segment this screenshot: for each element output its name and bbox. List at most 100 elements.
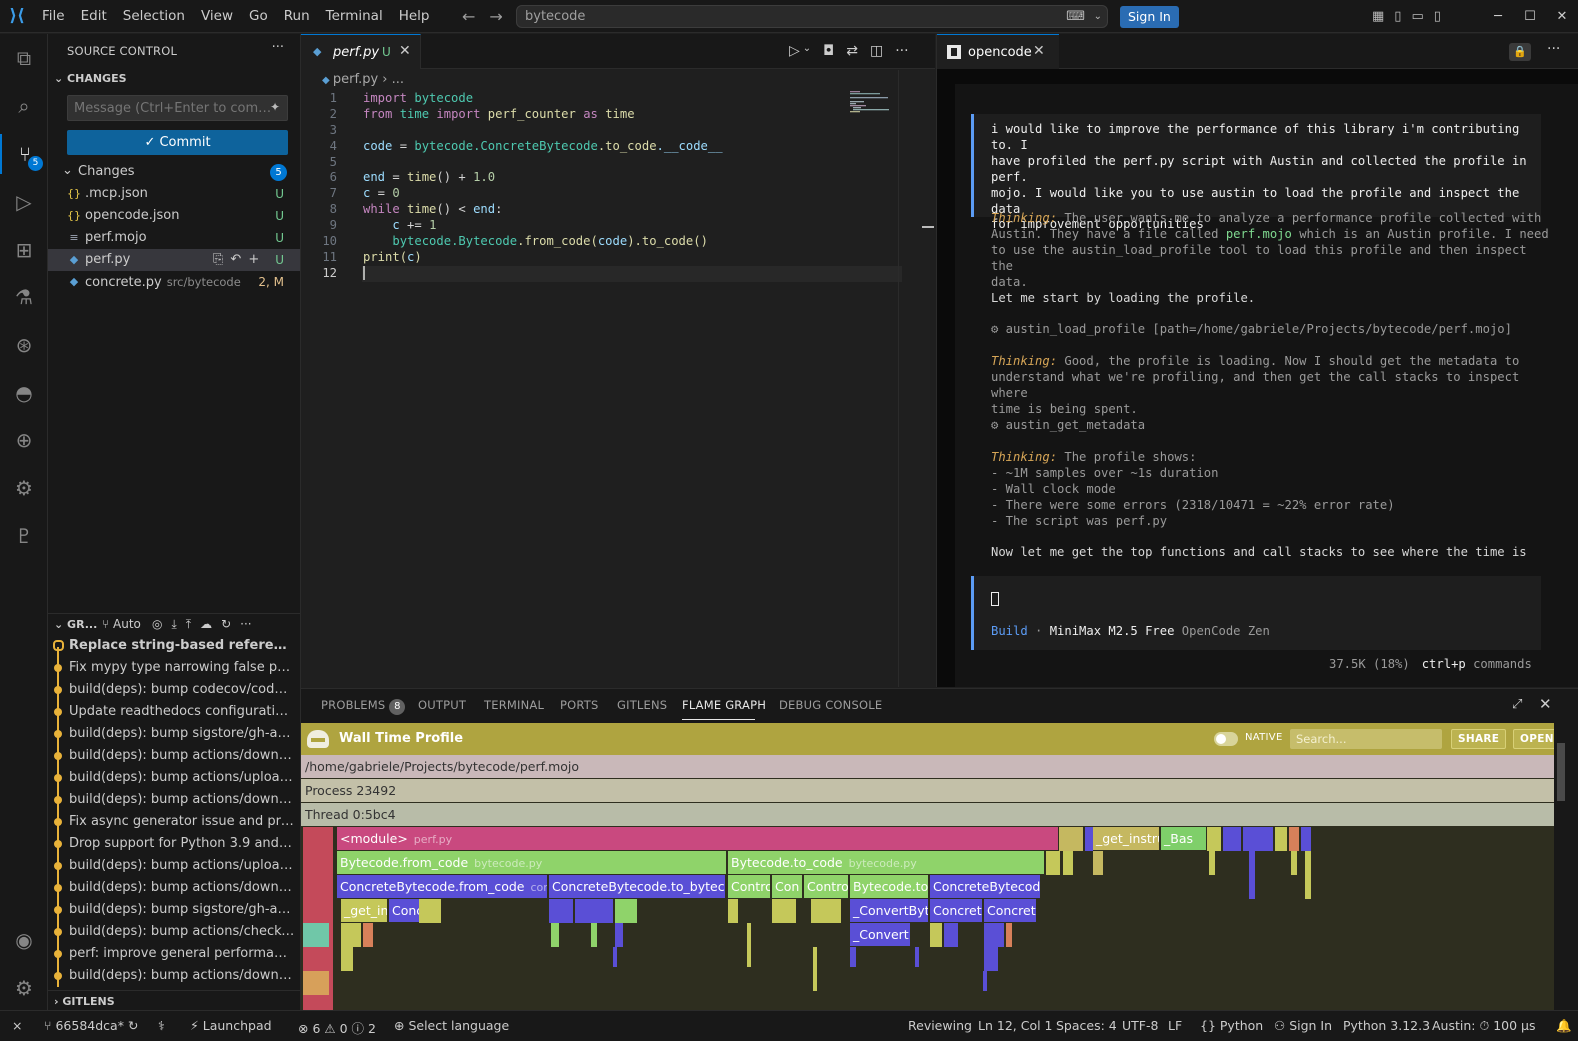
target-icon[interactable]: ◎ <box>152 617 162 632</box>
open-button[interactable]: OPEN <box>1513 729 1554 749</box>
flame-frame-sliver[interactable] <box>984 947 998 971</box>
sparkle-icon[interactable]: ✦ <box>270 100 280 114</box>
flame-frame-sliver[interactable] <box>944 923 958 947</box>
tab-problems[interactable]: PROBLEMS 8 <box>321 698 406 715</box>
toggle-secondary-sidebar-icon[interactable]: ▯ <box>1434 9 1441 24</box>
maximize-panel-icon[interactable]: ⤢ <box>1512 697 1522 712</box>
commit-button[interactable]: ✓ Commit <box>67 130 288 155</box>
flame-frame-sliver[interactable] <box>549 899 573 923</box>
flame-frame-sliver[interactable] <box>850 947 856 967</box>
flame-frame-sliver[interactable] <box>341 947 353 971</box>
flame-frame-sliver[interactable] <box>1209 851 1215 875</box>
flame-frame-sliver[interactable] <box>303 971 329 995</box>
remote-icon[interactable]: ⨯ <box>12 1018 22 1033</box>
list-item[interactable]: ◆ concrete.py src/bytecode 2, M <box>48 271 300 293</box>
menu-edit[interactable]: Edit <box>73 0 115 33</box>
chevron-down-icon[interactable]: ⌄ <box>803 43 811 59</box>
menu-view[interactable]: View <box>193 0 241 33</box>
more-actions-icon[interactable]: ··· <box>895 43 908 59</box>
commit-row[interactable]: Drop support for Python 3.9 and 3... <box>48 833 300 855</box>
code-editor[interactable]: 1 import bytecode 2 from time import perf_… <box>301 91 902 282</box>
flame-frame-sliver[interactable] <box>1046 851 1060 875</box>
select-language-status[interactable]: ⊕ Select language <box>394 1018 509 1033</box>
flame-frame-sliver[interactable] <box>615 923 623 947</box>
list-item[interactable]: {} opencode.json U <box>48 205 300 227</box>
back-arrow-icon[interactable]: ← <box>462 7 475 26</box>
flame-frame-sliver[interactable] <box>575 899 613 923</box>
branch-status[interactable]: ⑂ 66584dca* ↻ <box>44 1018 138 1033</box>
run-icon[interactable]: ▷ <box>789 43 800 59</box>
list-item[interactable]: {} .mcp.json U <box>48 183 300 205</box>
flame-frame-sliver[interactable] <box>1291 851 1297 875</box>
flame-frame-sliver[interactable] <box>813 947 817 991</box>
lock-icon[interactable]: 🔒 <box>1509 43 1531 61</box>
flame-frame-sliver[interactable] <box>1059 827 1083 851</box>
flame-graph[interactable]: Wall Time Profile NATIVE SHARE OPEN /hom… <box>301 723 1554 1011</box>
commit-row[interactable]: Replace string-based references ... <box>48 635 300 657</box>
commit-message-input[interactable] <box>67 95 288 121</box>
flame-frame-sliver[interactable] <box>1085 827 1093 851</box>
flame-frame-sliver[interactable] <box>341 923 361 947</box>
flame-frame-sliver[interactable] <box>1275 827 1287 851</box>
flame-frame-sliver[interactable] <box>1249 851 1255 899</box>
menu-file[interactable]: File <box>34 0 73 33</box>
problems-status[interactable]: ⊗ 6 ⚠ 0 ⓘ 2 <box>298 1018 376 1037</box>
list-item[interactable]: ◆ perf.py ⎘ ↶ + U <box>48 249 300 271</box>
toggle-sidebar-icon[interactable]: ▯ <box>1394 9 1401 24</box>
maximize-icon[interactable]: ☐ <box>1514 0 1546 33</box>
flame-frame-sliver[interactable] <box>1243 827 1273 851</box>
python-icon[interactable]: ♇ <box>0 516 48 556</box>
notifications-icon[interactable]: 🔔 <box>1556 1018 1572 1034</box>
command-center-search[interactable]: bytecode ⌨ ⌄ <box>516 5 1108 28</box>
close-icon[interactable]: ✕ <box>1033 43 1045 59</box>
flame-frame-sliver[interactable] <box>363 923 373 947</box>
austin-status[interactable]: Austin: ⏱ 100 μs <box>1432 1018 1536 1034</box>
editor-scrollbar[interactable] <box>898 70 899 687</box>
gitlens-section-header[interactable]: › GITLENS <box>48 990 300 1012</box>
breadcrumb[interactable]: ◆ perf.py › ... <box>322 72 404 87</box>
menu-selection[interactable]: Selection <box>115 0 193 33</box>
flame-frame-sliver[interactable] <box>811 899 841 923</box>
flame-frame-sliver[interactable] <box>615 899 637 923</box>
commit-row[interactable]: Fix mypy type narrowing false posi... <box>48 657 300 679</box>
flame-frame-sliver[interactable] <box>1223 827 1241 851</box>
flame-frame-sliver[interactable] <box>984 923 1004 947</box>
native-toggle[interactable] <box>1214 732 1238 746</box>
commit-row[interactable]: build(deps): bump actions/downlo... <box>48 877 300 899</box>
tab-debug-console[interactable]: DEBUG CONSOLE <box>779 698 882 712</box>
customize-layout-icon[interactable]: ▦ <box>1372 9 1384 24</box>
changes-section-header[interactable]: ⌄ CHANGES <box>54 72 127 85</box>
stage-changes-icon[interactable]: + <box>248 249 259 271</box>
close-window-icon[interactable]: ✕ <box>1546 0 1578 33</box>
settings-gear-icon[interactable]: ⚙ <box>0 968 48 1008</box>
austin-profile-icon[interactable]: ◘ <box>823 43 834 59</box>
fetch-icon[interactable]: ⤓ <box>171 617 176 632</box>
flame-root-path[interactable]: /home/gabriele/Projects/bytecode/perf.mo… <box>301 755 1554 778</box>
flame-frame-sliver[interactable] <box>1305 851 1311 899</box>
graph-auto-toggle[interactable]: ⑂ Auto <box>102 617 141 631</box>
commit-row[interactable]: build(deps): bump sigstore/gh-acti... <box>48 899 300 921</box>
flame-search-input[interactable] <box>1290 729 1442 749</box>
flame-frame-sliver[interactable] <box>728 899 738 923</box>
more-actions-icon[interactable]: ··· <box>1547 41 1560 57</box>
gitlens-status-icon[interactable]: ⚕ <box>158 1018 165 1033</box>
extensions-icon[interactable]: ⊞ <box>0 230 48 270</box>
sign-in-button[interactable]: Sign In <box>1120 6 1179 28</box>
gitlens-icon[interactable]: ⊕ <box>0 420 48 460</box>
flame-process[interactable]: Process 23492 <box>301 779 1554 802</box>
language-mode-status[interactable]: {} Python <box>1200 1018 1263 1033</box>
forward-arrow-icon[interactable]: → <box>489 7 502 26</box>
flame-frame-sliver[interactable] <box>747 923 751 967</box>
share-button[interactable]: SHARE <box>1451 729 1507 749</box>
more-actions-icon[interactable]: ··· <box>272 40 284 55</box>
flame-frame-sliver[interactable] <box>772 899 796 923</box>
testing-icon[interactable]: ⚗ <box>0 277 48 317</box>
commit-row[interactable]: build(deps): bump actions/checkou... <box>48 921 300 943</box>
open-file-icon[interactable]: ⎘ <box>213 249 223 271</box>
menu-help[interactable]: Help <box>391 0 438 33</box>
flame-frame-sliver[interactable] <box>591 923 597 947</box>
encoding-status[interactable]: UTF-8 <box>1122 1018 1158 1033</box>
remote-explorer-icon[interactable]: ⚙ <box>0 468 48 508</box>
flame-frame-sliver[interactable] <box>419 899 441 923</box>
commit-row[interactable]: build(deps): bump actions/upload-... <box>48 767 300 789</box>
